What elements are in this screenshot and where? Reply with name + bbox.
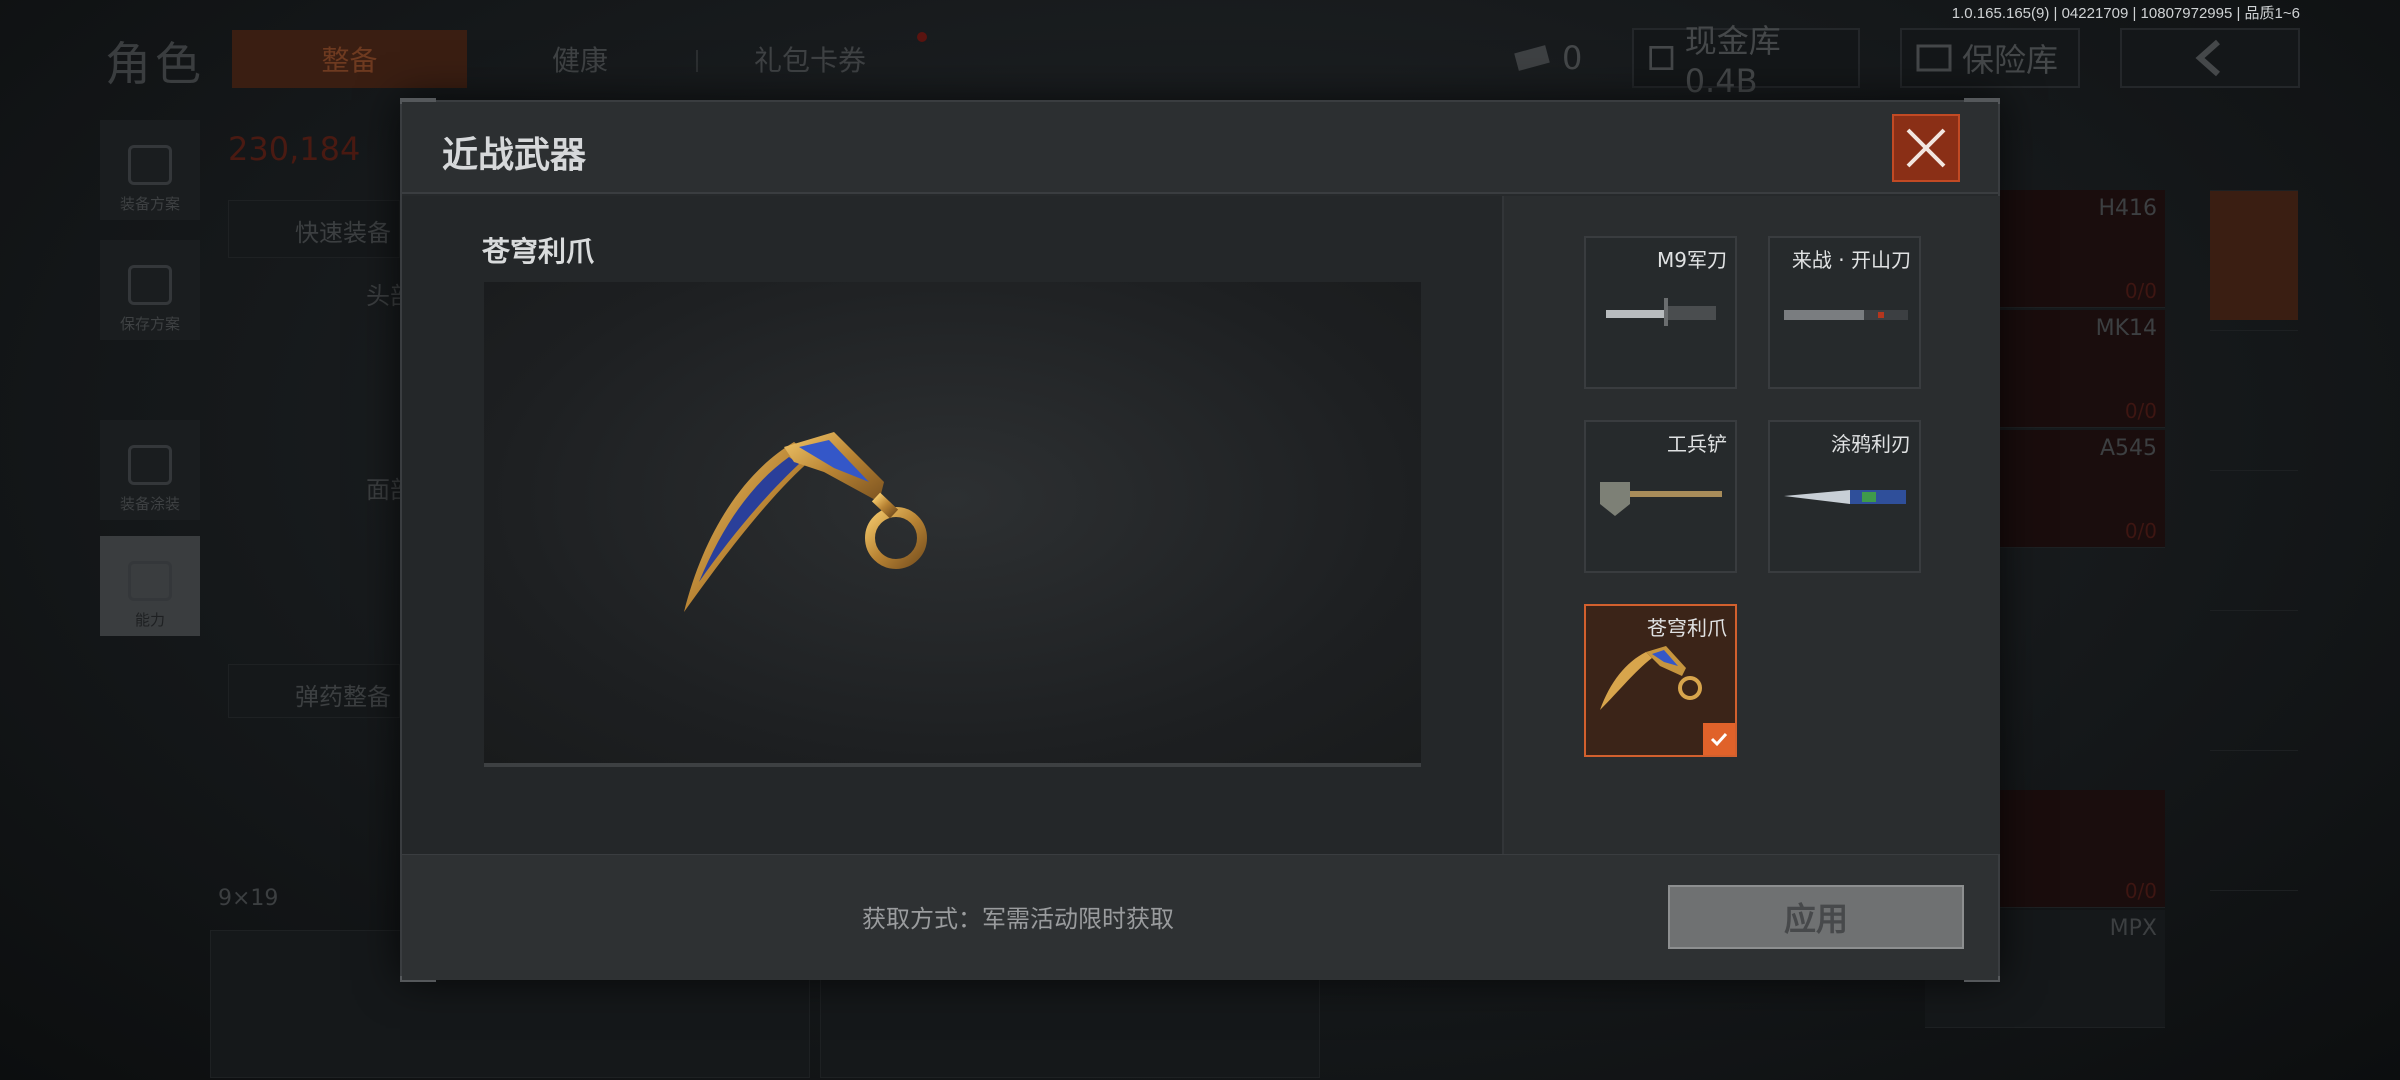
weapon-card-shovel[interactable]: 工兵铲 (1584, 420, 1737, 573)
gear-value: 230,184 (228, 130, 361, 168)
acquire-method-text: 获取方式：军需活动限时获取 (862, 905, 1174, 933)
right-rail-item-rifle[interactable] (2210, 470, 2298, 600)
close-icon (1906, 128, 1946, 168)
quick-equip-button[interactable]: 快速装备 (228, 200, 400, 258)
side-ability[interactable]: 能力 (100, 536, 200, 636)
weapon-card-graffiti-blade[interactable]: 涂鸦利刃 (1768, 420, 1921, 573)
selected-weapon-name: 苍穹利爪 (482, 235, 595, 268)
caliber-label: 9×19 (218, 886, 279, 911)
vest-icon (128, 145, 172, 185)
bg-weapon-slot (820, 978, 1320, 1078)
back-button[interactable] (2120, 28, 2300, 88)
weapon-card-m9[interactable]: M9军刀 (1584, 236, 1737, 389)
right-rail-item-active[interactable] (2210, 190, 2298, 320)
apply-button[interactable]: 应用 (1668, 885, 1964, 949)
check-icon (1710, 732, 1728, 747)
weapon-card-machete[interactable]: 来战 · 开山刀 (1768, 236, 1921, 389)
safe-icon (1916, 44, 1952, 72)
melee-weapon-modal: 近战武器 苍穹利爪 M9军刀 来战 · 开山刀 工兵铲 涂鸦利刃 苍穹利爪 获取… (400, 98, 2000, 982)
weapon-list-panel (1502, 196, 2000, 854)
tab-divider (696, 50, 698, 72)
close-button[interactable] (1892, 114, 1960, 182)
right-rail-item-ammo[interactable] (2210, 750, 2298, 880)
selected-check (1703, 723, 1735, 755)
weapon-card-karambit[interactable]: 苍穹利爪 (1584, 604, 1737, 757)
vault-icon (1649, 45, 1674, 71)
right-rail-item-helmet[interactable] (2210, 330, 2298, 460)
modal-footer: 获取方式：军需活动限时获取 应用 (402, 854, 1998, 980)
vault-label: 现金库 0.4B (1684, 22, 1781, 100)
page-title: 角色 (105, 37, 205, 91)
side-save-plan[interactable]: 保存方案 (100, 240, 200, 340)
tab-health[interactable]: 健康 (520, 30, 640, 88)
modal-header: 近战武器 (402, 102, 1998, 194)
safe-button[interactable]: 保险库 (1900, 28, 2080, 88)
version-text: 1.0.165.165(9) | 04221709 | 10807972995 … (1951, 5, 2300, 22)
helmet-icon (128, 445, 172, 485)
side-equip-plan[interactable]: 装备方案 (100, 120, 200, 220)
download-icon (128, 265, 172, 305)
right-rail-item-bag[interactable] (2210, 890, 2298, 1020)
lightning-icon (128, 561, 172, 601)
safe-label: 保险库 (1962, 41, 2059, 79)
weapon-preview[interactable] (484, 282, 1421, 767)
tab-equip[interactable]: 整备 (232, 30, 467, 88)
vault-button[interactable]: 现金库 0.4B (1632, 22, 1860, 100)
ammo-equip-button[interactable]: 弹药整备 (228, 664, 400, 718)
cash-counter: 0 (1512, 28, 1582, 88)
back-arrow-icon (2195, 39, 2220, 77)
tab-gift-cards[interactable]: 礼包卡券 (730, 30, 890, 88)
side-equip-skin[interactable]: 装备涂装 (100, 420, 200, 520)
modal-title: 近战武器 (442, 135, 587, 176)
notification-dot (917, 32, 927, 42)
karambit-image (684, 432, 927, 612)
cash-count: 0 (1562, 39, 1583, 77)
cash-icon (1514, 45, 1550, 71)
right-rail-item-magazine[interactable] (2210, 610, 2298, 740)
